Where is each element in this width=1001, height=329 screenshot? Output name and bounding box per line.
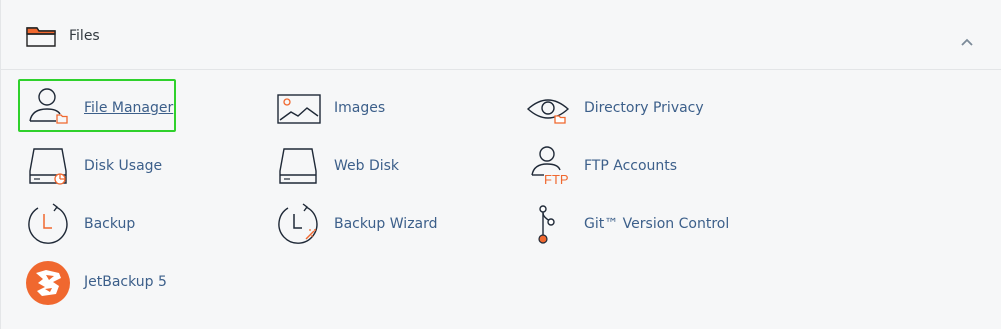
item-label: Backup <box>84 216 136 232</box>
item-backup-wizard[interactable]: Backup Wizard <box>276 203 446 247</box>
disk-usage-icon <box>26 145 74 189</box>
item-directory-privacy[interactable]: Directory Privacy <box>526 87 726 131</box>
item-label: Web Disk <box>334 158 400 174</box>
item-backup[interactable]: Backup <box>26 203 176 247</box>
folder-icon <box>26 25 56 51</box>
section-title: Files <box>69 28 100 44</box>
web-disk-icon <box>276 145 324 189</box>
item-ftp-accounts[interactable]: FTP FTP Accounts <box>526 145 726 189</box>
files-section: Files File Manager Images Directory Priv… <box>0 0 1001 329</box>
item-git-version-control[interactable]: Git™ Version Control <box>526 203 736 247</box>
git-version-control-icon <box>526 203 574 247</box>
ftp-badge: FTP <box>544 172 569 187</box>
chevron-up-icon[interactable] <box>960 32 974 51</box>
jetbackup-icon <box>26 261 74 305</box>
item-label: Directory Privacy <box>584 100 704 116</box>
item-label: Disk Usage <box>84 158 163 174</box>
backup-icon <box>26 203 74 247</box>
item-file-manager[interactable]: File Manager <box>26 87 176 131</box>
item-label: JetBackup 5 <box>84 274 167 290</box>
item-label: Git™ Version Control <box>584 216 730 232</box>
item-jetbackup[interactable]: JetBackup 5 <box>26 261 176 305</box>
images-icon <box>276 87 324 131</box>
directory-privacy-icon <box>526 87 574 131</box>
file-manager-icon <box>26 87 74 131</box>
item-label: Images <box>334 100 386 116</box>
item-web-disk[interactable]: Web Disk <box>276 145 416 189</box>
backup-wizard-icon <box>276 203 324 247</box>
ftp-accounts-icon: FTP <box>526 145 574 189</box>
item-label: File Manager <box>84 100 174 116</box>
item-label: FTP Accounts <box>584 158 678 174</box>
item-images[interactable]: Images <box>276 87 416 131</box>
item-label: Backup Wizard <box>334 216 438 232</box>
item-disk-usage[interactable]: Disk Usage <box>26 145 176 189</box>
section-header[interactable]: Files <box>1 0 1001 70</box>
